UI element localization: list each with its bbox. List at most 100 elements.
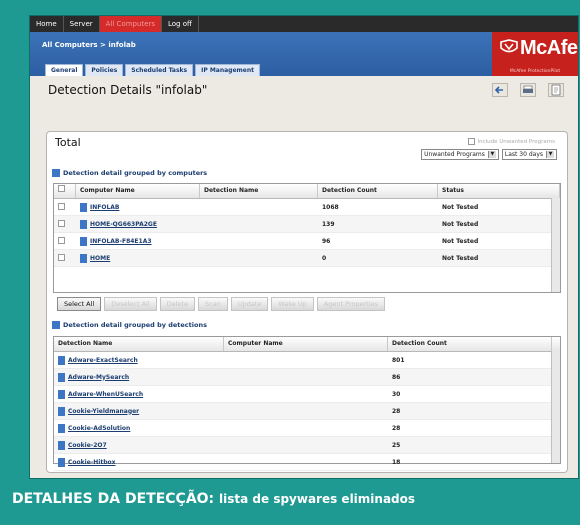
table-row[interactable]: Cookie-AdSolution 28	[54, 420, 560, 437]
detection-link[interactable]: Cookie-AdSolution	[54, 423, 224, 433]
detection-link[interactable]: Adware-ExactSearch	[54, 355, 224, 365]
row-checkbox[interactable]	[58, 253, 65, 261]
detection-icon	[58, 355, 65, 365]
section-collapse-icon[interactable]	[52, 321, 60, 329]
deselect-all-button[interactable]: Deselect All	[104, 297, 157, 311]
detection-icon	[58, 423, 65, 433]
program-type-select[interactable]: Unwanted Programs ▼	[421, 149, 499, 160]
column-header[interactable]: Detection Count	[318, 184, 438, 198]
action-buttons: Select All Deselect All Delete Scan Upda…	[57, 297, 385, 311]
include-unwanted-option: Include Unwanted Programs	[467, 138, 556, 145]
column-header[interactable]: Status	[438, 184, 560, 198]
computers-section-header: Detection detail grouped by computers	[52, 169, 207, 177]
total-heading: Total	[55, 136, 81, 149]
detections-table-header: Detection Name Computer Name Detection C…	[54, 337, 560, 352]
row-checkbox[interactable]	[58, 219, 65, 227]
detection-count-cell: 28	[392, 407, 401, 415]
detection-count-cell: 30	[392, 390, 401, 398]
table-row[interactable]: INFOLAB 1068 Not Tested	[54, 199, 560, 216]
detection-count-cell: 28	[392, 424, 401, 432]
computer-icon	[80, 202, 87, 212]
detection-icon	[58, 440, 65, 450]
detection-count-cell: 96	[322, 237, 331, 245]
detection-name: Adware-ExactSearch	[68, 356, 138, 364]
logo-tagline: McAfee ProtectionPilot	[509, 69, 561, 74]
computer-link[interactable]: INFOLAB	[76, 202, 200, 212]
save-document-icon[interactable]	[548, 83, 564, 97]
update-button[interactable]: Update	[230, 297, 269, 311]
period-select[interactable]: Last 30 days ▼	[501, 149, 557, 160]
wake-up-button[interactable]: Wake Up	[271, 297, 314, 311]
table-row[interactable]: HOME 0 Not Tested	[54, 250, 560, 267]
nav-server[interactable]: Server	[64, 16, 100, 32]
period-value: Last 30 days	[504, 151, 543, 158]
detection-count-cell: 25	[392, 441, 401, 449]
computer-icon	[80, 236, 87, 246]
app-window: Home Server All Computers Log off All Co…	[30, 16, 578, 478]
mcafee-shield-icon	[500, 39, 518, 53]
tab-policies[interactable]: Policies	[85, 64, 124, 76]
caption-text: lista de spywares eliminados	[219, 492, 416, 506]
magazine-caption: DETALHES DA DETECÇÃO: lista de spywares …	[12, 491, 415, 507]
column-header[interactable]: Computer Name	[224, 337, 388, 351]
row-checkbox[interactable]	[58, 202, 65, 210]
computers-table-scrollbar[interactable]	[551, 198, 560, 292]
nav-home[interactable]: Home	[30, 16, 64, 32]
select-all-button[interactable]: Select All	[57, 297, 102, 311]
table-row[interactable]: Adware-WhenUSearch 30	[54, 386, 560, 403]
breadcrumb[interactable]: All Computers > infolab	[42, 41, 136, 49]
detections-table: Detection Name Computer Name Detection C…	[53, 336, 561, 471]
detection-count-cell: 0	[322, 254, 327, 262]
tab-general[interactable]: General	[45, 64, 84, 76]
tab-scheduled-tasks[interactable]: Scheduled Tasks	[125, 64, 194, 76]
detection-link[interactable]: Cookie-2O7	[54, 440, 224, 450]
table-row[interactable]: Cookie-Hitbox 18	[54, 454, 560, 471]
detection-link[interactable]: Adware-WhenUSearch	[54, 389, 224, 399]
status-cell: Not Tested	[442, 237, 479, 245]
column-header[interactable]: Detection Name	[200, 184, 318, 198]
table-row[interactable]: Adware-ExactSearch 801	[54, 352, 560, 369]
detection-count-cell: 86	[392, 373, 401, 381]
include-unwanted-label: Include Unwanted Programs	[477, 138, 556, 145]
computer-link[interactable]: HOME	[76, 253, 200, 263]
back-arrow-icon[interactable]	[492, 83, 508, 97]
detection-name: Cookie-AdSolution	[68, 424, 131, 432]
detections-section-title: Detection detail grouped by detections	[63, 321, 207, 329]
select-all-checkbox[interactable]	[58, 185, 65, 192]
status-cell: Not Tested	[442, 254, 479, 262]
detections-table-scrollbar[interactable]	[551, 351, 560, 463]
table-row[interactable]: HOME-QG663PA2GE 139 Not Tested	[54, 216, 560, 233]
nav-all-computers[interactable]: All Computers	[99, 16, 162, 32]
status-cell: Not Tested	[442, 203, 479, 211]
delete-button[interactable]: Delete	[159, 297, 195, 311]
computers-section-title: Detection detail grouped by computers	[63, 169, 208, 177]
tab-ip-management[interactable]: IP Management	[195, 64, 260, 76]
detection-icon	[58, 457, 65, 467]
row-checkbox[interactable]	[58, 236, 65, 244]
table-row[interactable]: Adware-MySearch 86	[54, 369, 560, 386]
computer-link[interactable]: HOME-QG663PA2GE	[76, 219, 200, 229]
detection-name: Adware-MySearch	[68, 373, 130, 381]
detection-link[interactable]: Adware-MySearch	[54, 372, 224, 382]
computer-name: HOME	[90, 254, 111, 262]
program-type-value: Unwanted Programs	[424, 151, 485, 158]
toolbar-icons	[492, 83, 564, 97]
page-title: Detection Details "infolab"	[48, 83, 208, 97]
filter-bar: Unwanted Programs ▼ Last 30 days ▼	[421, 149, 557, 160]
include-unwanted-checkbox[interactable]	[467, 138, 475, 145]
section-collapse-icon[interactable]	[52, 169, 60, 177]
scan-button[interactable]: Scan	[198, 297, 228, 311]
detection-name: Cookie-Hitbox	[68, 458, 116, 466]
table-row[interactable]: Cookie-Yieldmanager 28	[54, 403, 560, 420]
detection-link[interactable]: Cookie-Hitbox	[54, 457, 224, 467]
table-row[interactable]: INFOLAB-F84E1A3 96 Not Tested	[54, 233, 560, 250]
computer-link[interactable]: INFOLAB-F84E1A3	[76, 236, 200, 246]
table-row[interactable]: Cookie-2O7 25	[54, 437, 560, 454]
column-header[interactable]: Detection Name	[54, 337, 224, 351]
print-icon[interactable]	[520, 83, 536, 97]
column-header[interactable]: Detection Count	[388, 337, 552, 351]
agent-properties-button[interactable]: Agent Properties	[316, 297, 385, 311]
nav-log-off[interactable]: Log off	[162, 16, 199, 32]
detection-link[interactable]: Cookie-Yieldmanager	[54, 406, 224, 416]
column-header[interactable]: Computer Name	[76, 184, 200, 198]
